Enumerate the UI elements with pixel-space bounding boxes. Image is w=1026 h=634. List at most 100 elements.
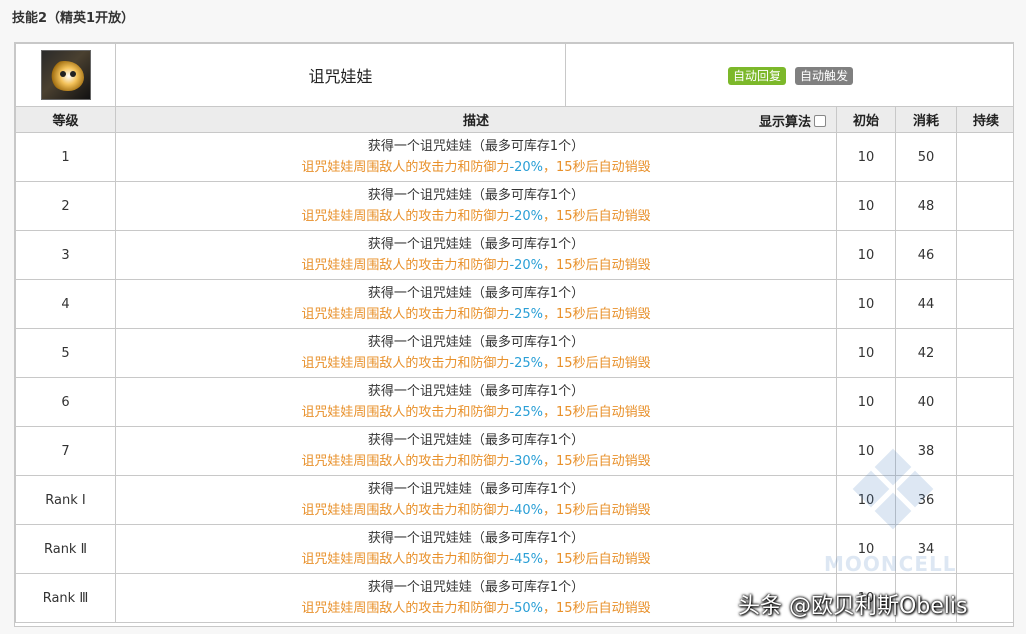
table-row: 3 获得一个诅咒娃娃（最多可库存1个） 诅咒娃娃周围敌人的攻击力和防御力-20%，1… xyxy=(15,230,1013,280)
skill-table: 诅咒娃娃 自动回复 自动触发 等级 描述 显示算法 初始 消耗 持续 1 获得一… xyxy=(14,42,1014,627)
description-line1: 获得一个诅咒娃娃（最多可库存1个） xyxy=(367,384,585,399)
table-row: Rank Ⅱ 获得一个诅咒娃娃（最多可库存1个） 诅咒娃娃周围敌人的攻击力和防御力-… xyxy=(15,524,1013,574)
effect-text: 诅咒娃娃周围敌人的攻击力和防御力 xyxy=(301,552,510,567)
show-formula-checkbox[interactable] xyxy=(814,114,826,127)
cost-cell: 42 xyxy=(895,328,957,378)
effect-suffix: ，15秒后自动销毁 xyxy=(543,601,651,616)
effect-suffix: ，15秒后自动销毁 xyxy=(543,552,651,567)
description-cell: 获得一个诅咒娃娃（最多可库存1个） 诅咒娃娃周围敌人的攻击力和防御力-20%，15… xyxy=(115,181,837,231)
effect-text: 诅咒娃娃周围敌人的攻击力和防御力 xyxy=(301,209,510,224)
cost-column-header: 消耗 xyxy=(895,106,957,133)
description-line2: 诅咒娃娃周围敌人的攻击力和防御力-20%，15秒后自动销毁 xyxy=(116,255,836,276)
description-cell: 获得一个诅咒娃娃（最多可库存1个） 诅咒娃娃周围敌人的攻击力和防御力-25%，15… xyxy=(115,377,837,427)
skill-tags: 自动回复 自动触发 xyxy=(565,43,1013,107)
level-cell: 5 xyxy=(15,328,116,378)
description-cell: 获得一个诅咒娃娃（最多可库存1个） 诅咒娃娃周围敌人的攻击力和防御力-25%，15… xyxy=(115,279,837,329)
effect-suffix: ，15秒后自动销毁 xyxy=(543,356,651,371)
effect-suffix: ，15秒后自动销毁 xyxy=(543,209,651,224)
level-cell: 3 xyxy=(15,230,116,280)
duration-cell xyxy=(956,328,1013,378)
effect-value: -25% xyxy=(509,307,544,322)
description-cell: 获得一个诅咒娃娃（最多可库存1个） 诅咒娃娃周围敌人的攻击力和防御力-50%，15… xyxy=(115,573,837,623)
description-line2: 诅咒娃娃周围敌人的攻击力和防御力-40%，15秒后自动销毁 xyxy=(116,500,836,521)
initial-cell: 10 xyxy=(836,328,896,378)
description-cell: 获得一个诅咒娃娃（最多可库存1个） 诅咒娃娃周围敌人的攻击力和防御力-30%，15… xyxy=(115,426,837,476)
description-line1: 获得一个诅咒娃娃（最多可库存1个） xyxy=(367,580,585,595)
show-formula-toggle[interactable]: 显示算法 xyxy=(759,111,826,130)
effect-text: 诅咒娃娃周围敌人的攻击力和防御力 xyxy=(301,601,510,616)
table-row: 4 获得一个诅咒娃娃（最多可库存1个） 诅咒娃娃周围敌人的攻击力和防御力-25%，1… xyxy=(15,279,1013,329)
level-cell: Rank Ⅰ xyxy=(15,475,116,525)
column-header-row: 等级 描述 显示算法 初始 消耗 持续 xyxy=(15,106,1013,133)
effect-text: 诅咒娃娃周围敌人的攻击力和防御力 xyxy=(301,405,510,420)
level-cell: 7 xyxy=(15,426,116,476)
effect-value: -25% xyxy=(509,405,544,420)
cost-cell: 44 xyxy=(895,279,957,329)
description-line2: 诅咒娃娃周围敌人的攻击力和防御力-25%，15秒后自动销毁 xyxy=(116,353,836,374)
description-line1: 获得一个诅咒娃娃（最多可库存1个） xyxy=(367,188,585,203)
skill-name: 诅咒娃娃 xyxy=(115,43,566,107)
description-cell: 获得一个诅咒娃娃（最多可库存1个） 诅咒娃娃周围敌人的攻击力和防御力-25%，15… xyxy=(115,328,837,378)
description-line1: 获得一个诅咒娃娃（最多可库存1个） xyxy=(367,335,585,350)
effect-text: 诅咒娃娃周围敌人的攻击力和防御力 xyxy=(301,258,510,273)
effect-value: -50% xyxy=(509,601,544,616)
description-line1: 获得一个诅咒娃娃（最多可库存1个） xyxy=(367,531,585,546)
effect-text: 诅咒娃娃周围敌人的攻击力和防御力 xyxy=(301,503,510,518)
doll-skill-icon xyxy=(40,50,91,100)
auto-recovery-tag: 自动回复 xyxy=(727,67,786,85)
effect-suffix: ，15秒后自动销毁 xyxy=(543,160,651,175)
cost-cell: 38 xyxy=(895,426,957,476)
description-line1: 获得一个诅咒娃娃（最多可库存1个） xyxy=(367,237,585,252)
duration-cell xyxy=(956,524,1013,574)
description-header-label: 描述 xyxy=(462,114,489,129)
effect-suffix: ，15秒后自动销毁 xyxy=(543,405,651,420)
cost-cell: 48 xyxy=(895,181,957,231)
table-row: 6 获得一个诅咒娃娃（最多可库存1个） 诅咒娃娃周围敌人的攻击力和防御力-25%，1… xyxy=(15,377,1013,427)
effect-suffix: ，15秒后自动销毁 xyxy=(543,503,651,518)
effect-value: -20% xyxy=(509,160,544,175)
initial-cell: 10 xyxy=(836,132,896,182)
duration-cell xyxy=(956,181,1013,231)
duration-cell xyxy=(956,230,1013,280)
table-row: Rank Ⅰ 获得一个诅咒娃娃（最多可库存1个） 诅咒娃娃周围敌人的攻击力和防御力-… xyxy=(15,475,1013,525)
cost-cell: 50 xyxy=(895,132,957,182)
level-cell: 4 xyxy=(15,279,116,329)
description-cell: 获得一个诅咒娃娃（最多可库存1个） 诅咒娃娃周围敌人的攻击力和防御力-45%，15… xyxy=(115,524,837,574)
effect-value: -30% xyxy=(509,454,544,469)
initial-cell: 10 xyxy=(836,426,896,476)
description-line1: 获得一个诅咒娃娃（最多可库存1个） xyxy=(367,433,585,448)
effect-value: -40% xyxy=(509,503,544,518)
initial-cell: 10 xyxy=(836,279,896,329)
description-line1: 获得一个诅咒娃娃（最多可库存1个） xyxy=(367,139,585,154)
description-cell: 获得一个诅咒娃娃（最多可库存1个） 诅咒娃娃周围敌人的攻击力和防御力-20%，15… xyxy=(115,230,837,280)
effect-value: -45% xyxy=(509,552,544,567)
description-line1: 获得一个诅咒娃娃（最多可库存1个） xyxy=(367,286,585,301)
initial-cell: 10 xyxy=(836,524,896,574)
cost-cell: 34 xyxy=(895,524,957,574)
level-cell: 2 xyxy=(15,181,116,231)
description-line2: 诅咒娃娃周围敌人的攻击力和防御力-25%，15秒后自动销毁 xyxy=(116,304,836,325)
table-row: 5 获得一个诅咒娃娃（最多可库存1个） 诅咒娃娃周围敌人的攻击力和防御力-25%，1… xyxy=(15,328,1013,378)
description-line1: 获得一个诅咒娃娃（最多可库存1个） xyxy=(367,482,585,497)
duration-cell xyxy=(956,132,1013,182)
description-line2: 诅咒娃娃周围敌人的攻击力和防御力-50%，15秒后自动销毁 xyxy=(116,598,836,619)
description-line2: 诅咒娃娃周围敌人的攻击力和防御力-20%，15秒后自动销毁 xyxy=(116,157,836,178)
section-title: 技能2（精英1开放） xyxy=(12,11,135,26)
table-row: 7 获得一个诅咒娃娃（最多可库存1个） 诅咒娃娃周围敌人的攻击力和防御力-30%，1… xyxy=(15,426,1013,476)
table-row: 1 获得一个诅咒娃娃（最多可库存1个） 诅咒娃娃周围敌人的攻击力和防御力-20%，1… xyxy=(15,132,1013,182)
duration-cell xyxy=(956,377,1013,427)
table-row: 2 获得一个诅咒娃娃（最多可库存1个） 诅咒娃娃周围敌人的攻击力和防御力-20%，1… xyxy=(15,181,1013,231)
description-cell: 获得一个诅咒娃娃（最多可库存1个） 诅咒娃娃周围敌人的攻击力和防御力-40%，15… xyxy=(115,475,837,525)
description-line2: 诅咒娃娃周围敌人的攻击力和防御力-20%，15秒后自动销毁 xyxy=(116,206,836,227)
effect-text: 诅咒娃娃周围敌人的攻击力和防御力 xyxy=(301,160,510,175)
level-cell: Rank Ⅱ xyxy=(15,524,116,574)
initial-cell: 10 xyxy=(836,377,896,427)
initial-cell: 10 xyxy=(836,230,896,280)
initial-column-header: 初始 xyxy=(836,106,896,133)
effect-text: 诅咒娃娃周围敌人的攻击力和防御力 xyxy=(301,356,510,371)
level-cell: 6 xyxy=(15,377,116,427)
description-cell: 获得一个诅咒娃娃（最多可库存1个） 诅咒娃娃周围敌人的攻击力和防御力-20%，15… xyxy=(115,132,837,182)
duration-cell xyxy=(956,279,1013,329)
initial-cell: 10 xyxy=(836,475,896,525)
initial-cell: 10 xyxy=(836,181,896,231)
